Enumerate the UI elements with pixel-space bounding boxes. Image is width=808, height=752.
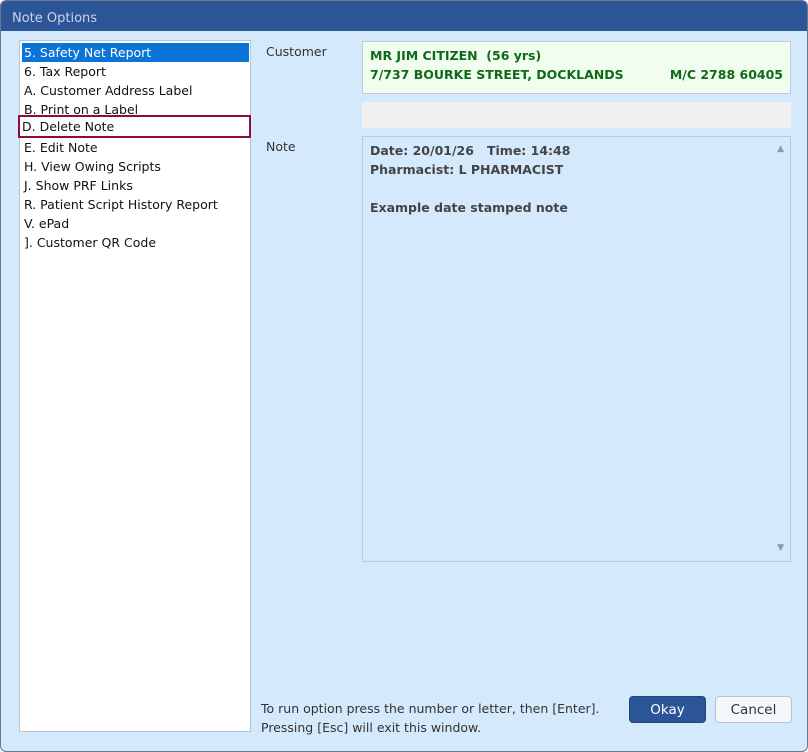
option-epad[interactable]: V. ePad: [22, 214, 249, 233]
option-tax-report[interactable]: 6. Tax Report: [22, 62, 249, 81]
customer-label: Customer: [266, 44, 327, 59]
customer-address: 7/737 BOURKE STREET, DOCKLANDS: [370, 67, 624, 82]
footer-hint: To run option press the number or letter…: [261, 699, 600, 737]
scroll-down-icon[interactable]: ▼: [777, 539, 784, 558]
info-bar: [362, 102, 791, 128]
customer-medicare: M/C 2788 60405: [669, 67, 783, 82]
note-options-dialog: Note Options 5. Safety Net Report 6. Tax…: [0, 0, 808, 752]
options-list[interactable]: 5. Safety Net Report 6. Tax Report A. Cu…: [18, 40, 251, 732]
note-line-pharmacist: Pharmacist: L PHARMACIST: [370, 162, 564, 177]
option-delete-note[interactable]: D. Delete Note: [18, 115, 251, 138]
okay-button[interactable]: Okay: [629, 696, 706, 723]
scroll-up-icon[interactable]: ▲: [777, 140, 784, 159]
cancel-button[interactable]: Cancel: [715, 696, 792, 723]
note-line-text: Example date stamped note: [370, 200, 568, 215]
note-line-date: Date: 20/01/26 Time: 14:48: [370, 143, 571, 158]
option-patient-script-history[interactable]: R. Patient Script History Report: [22, 195, 249, 214]
option-safety-net-report[interactable]: 5. Safety Net Report: [22, 43, 249, 62]
option-show-prf-links[interactable]: J. Show PRF Links: [22, 176, 249, 195]
hint-line-1: To run option press the number or letter…: [261, 701, 600, 716]
option-edit-note[interactable]: E. Edit Note: [22, 138, 249, 157]
note-textarea[interactable]: Date: 20/01/26 Time: 14:48 Pharmacist: L…: [362, 136, 791, 562]
hint-line-2: Pressing [Esc] will exit this window.: [261, 720, 482, 735]
note-label: Note: [266, 139, 296, 154]
option-customer-address-label[interactable]: A. Customer Address Label: [22, 81, 249, 100]
option-customer-qr-code[interactable]: ]. Customer QR Code: [22, 233, 249, 252]
customer-info-box: MR JIM CITIZEN (56 yrs) 7/737 BOURKE STR…: [362, 41, 791, 94]
option-view-owing-scripts[interactable]: H. View Owing Scripts: [22, 157, 249, 176]
window-title: Note Options: [1, 1, 807, 31]
customer-name: MR JIM CITIZEN (56 yrs): [370, 48, 542, 63]
